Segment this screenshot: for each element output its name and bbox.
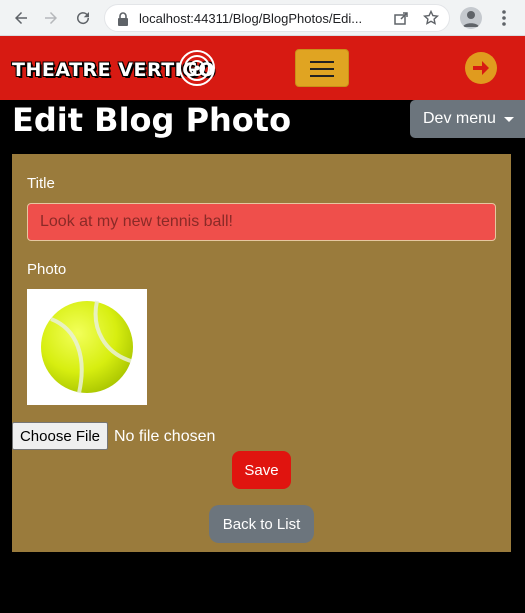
address-bar[interactable]: localhost:44311/Blog/BlogPhotos/Edi... (104, 4, 450, 32)
hamburger-bar (310, 68, 334, 70)
title-input[interactable]: Look at my new tennis ball! (27, 203, 496, 241)
nav-toggle-button[interactable] (295, 49, 349, 87)
edit-form-card: Title Look at my new tennis ball! Photo … (12, 154, 511, 552)
title-label: Title (27, 175, 55, 192)
bookmark-star-icon[interactable] (423, 10, 439, 26)
back-to-list-button[interactable]: Back to List (209, 505, 314, 543)
share-icon[interactable] (393, 10, 409, 26)
hamburger-bar (310, 61, 334, 63)
theatre-vertigo-logo[interactable]: THEATRE VERTIGO (12, 49, 217, 87)
dev-menu-button[interactable]: Dev menu (410, 100, 525, 138)
vertigo-spiral-icon (179, 50, 215, 86)
back-arrow-icon[interactable] (10, 7, 32, 29)
hamburger-bar (310, 75, 334, 77)
photo-preview-image (27, 289, 147, 405)
reload-icon[interactable] (72, 7, 94, 29)
login-arrow-icon[interactable] (465, 52, 497, 84)
browser-toolbar: localhost:44311/Blog/BlogPhotos/Edi... (0, 0, 525, 36)
choose-file-button[interactable]: Choose File (12, 422, 108, 450)
site-header: THEATRE VERTIGO (0, 36, 525, 100)
lock-icon (118, 12, 128, 26)
save-button[interactable]: Save (232, 451, 291, 489)
profile-avatar-icon[interactable] (460, 7, 482, 29)
url-text: localhost:44311/Blog/BlogPhotos/Edi... (139, 11, 363, 26)
forward-arrow-icon[interactable] (40, 7, 62, 29)
page-title: Edit Blog Photo (12, 101, 292, 139)
photo-label: Photo (27, 261, 67, 278)
dev-menu-label: Dev menu (423, 110, 496, 127)
no-file-chosen-text: No file chosen (114, 428, 216, 445)
caret-down-icon (504, 117, 514, 122)
kebab-menu-icon[interactable] (498, 8, 510, 28)
